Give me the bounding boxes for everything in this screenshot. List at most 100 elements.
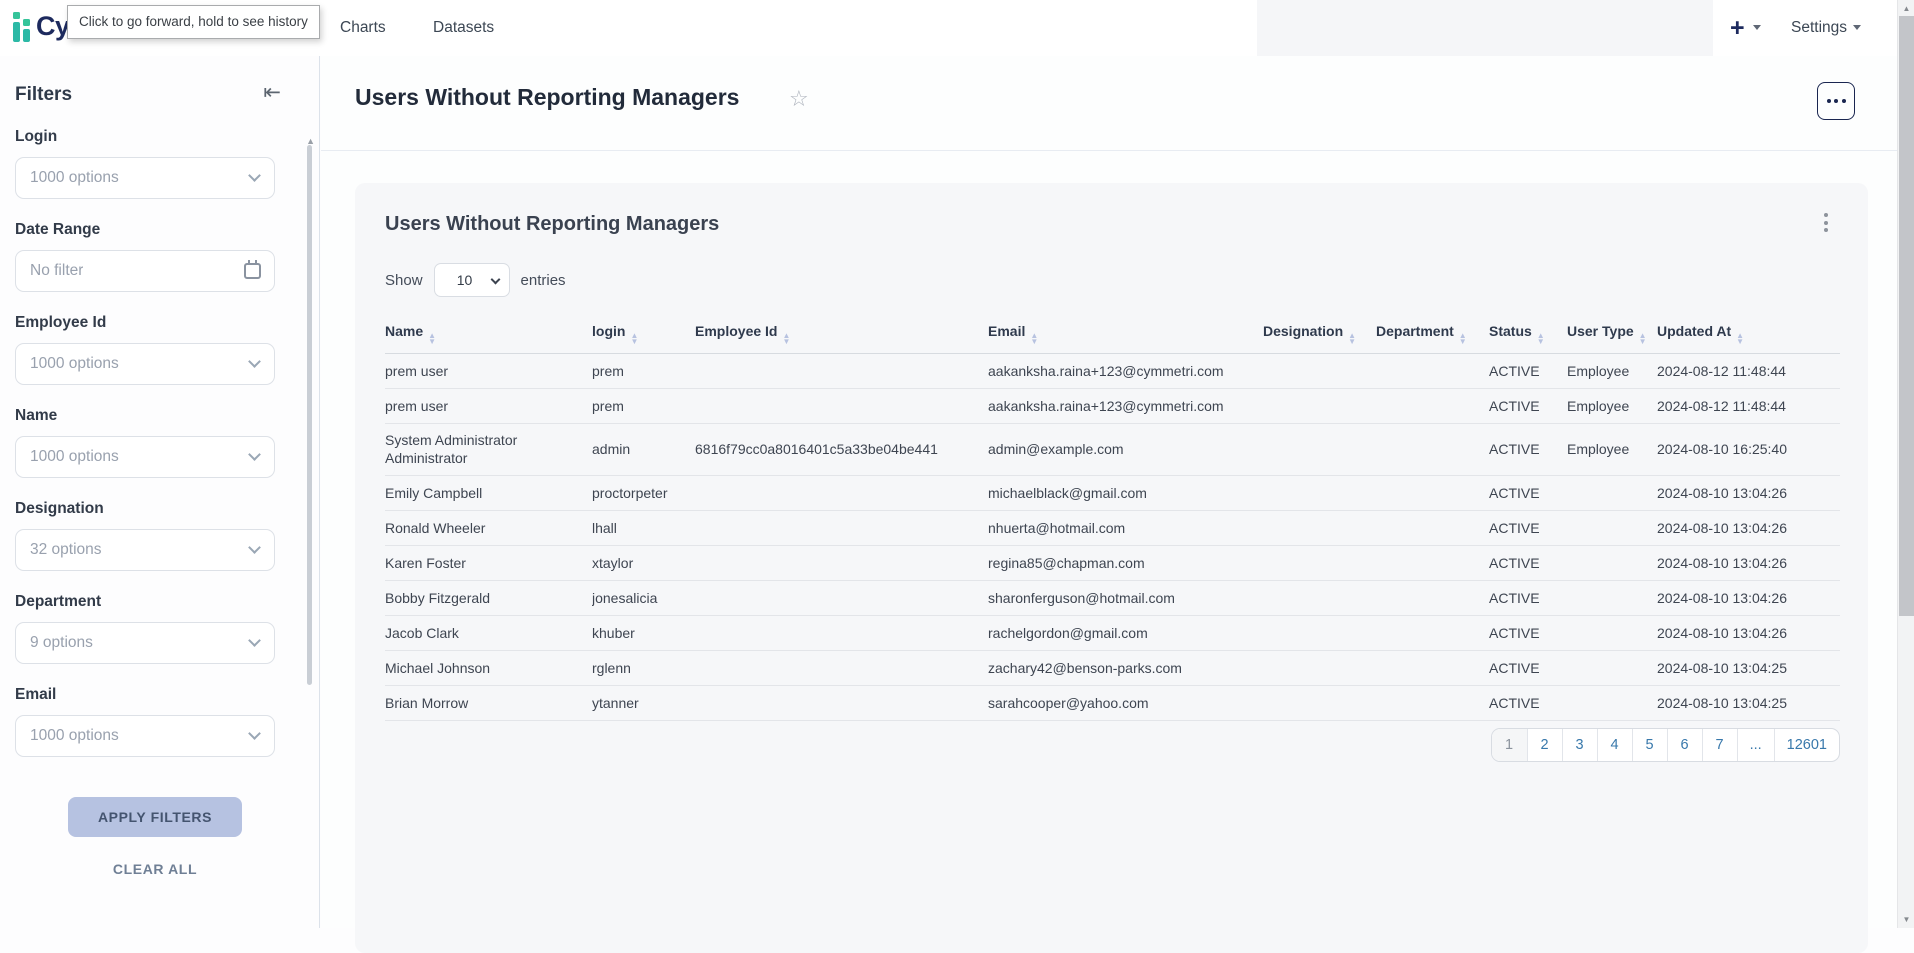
cell-name: Bobby Fitzgerald: [385, 582, 592, 614]
column-header[interactable]: Department▲▼: [1376, 323, 1489, 344]
filter-label: Employee Id: [15, 314, 275, 332]
cell-email: zachary42@benson-parks.com: [988, 652, 1263, 684]
cell-name: Ronald Wheeler: [385, 512, 592, 544]
cell-updated-at: 2024-08-12 11:48:44: [1657, 390, 1840, 422]
page-button[interactable]: 3: [1562, 729, 1597, 761]
cell-login: admin: [592, 433, 695, 465]
table-row: System Administrator Administrator admin…: [385, 424, 1840, 476]
filter-label: Department: [15, 593, 275, 611]
column-header[interactable]: login▲▼: [592, 323, 695, 344]
cell-login: khuber: [592, 617, 695, 649]
cell-employee-id: [695, 661, 988, 675]
filters-sidebar: Filters ⇤ Login 1000 options Date Range …: [0, 56, 320, 928]
show-label: Show: [385, 272, 423, 289]
chevron-down-icon: [248, 448, 261, 461]
cell-designation: [1263, 442, 1376, 456]
scrollbar-thumb[interactable]: [1899, 16, 1914, 616]
page-size-select[interactable]: 10: [434, 263, 510, 297]
cell-user-type: Employee: [1567, 355, 1657, 387]
cell-designation: [1263, 364, 1376, 378]
cell-email: rachelgordon@gmail.com: [988, 617, 1263, 649]
browser-forward-tooltip: Click to go forward, hold to see history: [67, 5, 320, 39]
nav-item-datasets[interactable]: Datasets: [433, 19, 494, 37]
table-body: prem user prem aakanksha.raina+123@cymme…: [385, 354, 1840, 721]
column-header[interactable]: Name▲▼: [385, 323, 592, 344]
filter-select[interactable]: 9 options: [15, 622, 275, 664]
filter-placeholder: 1000 options: [30, 355, 119, 373]
page-button[interactable]: 12601: [1774, 729, 1839, 761]
new-item-button[interactable]: +: [1730, 14, 1761, 43]
filter-select[interactable]: 1000 options: [15, 436, 275, 478]
cell-department: [1376, 591, 1489, 605]
page-button[interactable]: 2: [1527, 729, 1562, 761]
entries-label: entries: [521, 272, 566, 289]
cell-login: ytanner: [592, 687, 695, 719]
main-content: Users Without Reporting Managers ☆ Users…: [321, 56, 1897, 928]
filter-select[interactable]: 32 options: [15, 529, 275, 571]
filter-placeholder: 1000 options: [30, 448, 119, 466]
collapse-sidebar-icon[interactable]: ⇤: [263, 80, 281, 105]
page-button[interactable]: 6: [1667, 729, 1702, 761]
table-row: Bobby Fitzgerald jonesalicia sharonfergu…: [385, 581, 1840, 616]
filter-group: Department 9 options: [15, 593, 275, 664]
sort-icon: ▲▼: [1348, 333, 1356, 344]
cell-login: prem: [592, 390, 695, 422]
sort-icon: ▲▼: [1639, 333, 1647, 344]
nav-item-charts[interactable]: Charts: [340, 19, 386, 37]
column-header[interactable]: Updated At▲▼: [1657, 323, 1840, 344]
filter-label: Name: [15, 407, 275, 425]
cell-updated-at: 2024-08-10 13:04:26: [1657, 582, 1840, 614]
cell-status: ACTIVE: [1489, 687, 1567, 719]
cell-name: Jacob Clark: [385, 617, 592, 649]
page-button[interactable]: ...: [1737, 729, 1774, 761]
scroll-up-icon[interactable]: ▲: [1898, 4, 1914, 13]
chevron-down-icon: [248, 727, 261, 740]
favorite-star-icon[interactable]: ☆: [789, 86, 809, 112]
cell-employee-id: [695, 591, 988, 605]
dashboard-more-button[interactable]: [1817, 82, 1855, 120]
page-button[interactable]: 5: [1632, 729, 1667, 761]
column-header[interactable]: Email▲▼: [988, 323, 1263, 344]
sidebar-scrollbar[interactable]: [307, 145, 312, 685]
sort-icon: ▲▼: [630, 333, 638, 344]
sort-icon: ▲▼: [1537, 333, 1545, 344]
cell-employee-id: [695, 486, 988, 500]
chevron-down-icon: [1753, 25, 1761, 30]
column-header[interactable]: Employee Id▲▼: [695, 323, 988, 344]
chart-kebab-menu-icon[interactable]: [1820, 209, 1832, 236]
page-header: Users Without Reporting Managers ☆: [321, 56, 1897, 151]
column-header[interactable]: Designation▲▼: [1263, 323, 1376, 344]
pagination-row: 1 2 3 4 5 6 7 ... 12601: [385, 728, 1840, 762]
filter-select[interactable]: No filter: [15, 250, 275, 292]
filter-select[interactable]: 1000 options: [15, 343, 275, 385]
page-scrollbar[interactable]: ▲ ▼: [1897, 0, 1914, 928]
cell-updated-at: 2024-08-10 13:04:26: [1657, 617, 1840, 649]
page-button[interactable]: 4: [1597, 729, 1632, 761]
cell-designation: [1263, 521, 1376, 535]
chevron-down-icon: [248, 541, 261, 554]
cell-status: ACTIVE: [1489, 355, 1567, 387]
table-row: Brian Morrow ytanner sarahcooper@yahoo.c…: [385, 686, 1840, 721]
cell-status: ACTIVE: [1489, 582, 1567, 614]
clear-all-button[interactable]: CLEAR ALL: [68, 861, 242, 877]
filter-select[interactable]: 1000 options: [15, 157, 275, 199]
cell-employee-id: [695, 696, 988, 710]
cell-designation: [1263, 661, 1376, 675]
cell-name: System Administrator Administrator: [385, 424, 592, 475]
cell-user-type: [1567, 556, 1657, 570]
column-header[interactable]: Status▲▼: [1489, 323, 1567, 344]
filter-select[interactable]: 1000 options: [15, 715, 275, 757]
chevron-down-icon: [490, 275, 500, 285]
apply-filters-button[interactable]: APPLY FILTERS: [68, 797, 242, 837]
table-row: Emily Campbell proctorpeter michaelblack…: [385, 476, 1840, 511]
cell-department: [1376, 626, 1489, 640]
chevron-down-icon: [248, 355, 261, 368]
column-header[interactable]: User Type▲▼: [1567, 323, 1657, 344]
scroll-down-icon[interactable]: ▼: [1898, 915, 1914, 924]
page-button[interactable]: 7: [1702, 729, 1737, 761]
page-button[interactable]: 1: [1492, 729, 1527, 761]
filters-title: Filters: [15, 84, 72, 105]
table-row: prem user prem aakanksha.raina+123@cymme…: [385, 389, 1840, 424]
settings-menu[interactable]: Settings: [1791, 19, 1861, 37]
cell-designation: [1263, 591, 1376, 605]
